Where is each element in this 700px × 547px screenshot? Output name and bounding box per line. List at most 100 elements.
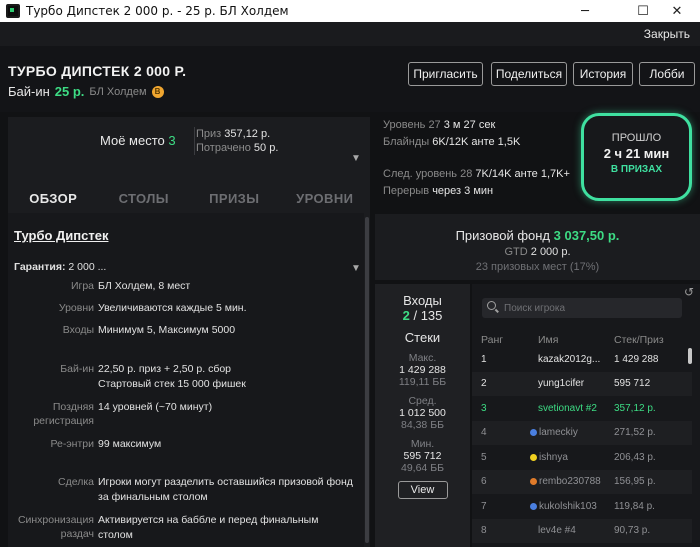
overview-scrollbar[interactable] (364, 213, 370, 547)
my-place-number: 3 (168, 133, 176, 148)
app-icon (6, 4, 20, 18)
overview-panel: Турбо Дипстек Гарантия: 2 000 ... ▼ Игра… (8, 213, 364, 547)
buyin-amount: 25 р. (54, 84, 85, 99)
rank-header[interactable]: Ранг (481, 334, 503, 346)
info-key: Поздняя (52, 401, 94, 413)
guarantee-value: 2 000 ... (68, 261, 107, 273)
player-stack: 156,95 р. (614, 476, 656, 487)
info-key: Сделка (58, 476, 94, 488)
info-value-2: Стартовый стек 15 000 фишек (98, 378, 246, 390)
player-name-cell: ishnya (530, 452, 568, 463)
level-label: Уровень (383, 119, 426, 131)
players-scroll-thumb[interactable] (688, 348, 692, 364)
player-name: yung1cifer (538, 378, 585, 389)
divider (194, 127, 195, 155)
player-row[interactable]: 4 lameckiy 271,52 р. (472, 421, 692, 445)
elapsed-label: ПРОШЛО (611, 132, 662, 144)
history-button[interactable]: История (573, 62, 633, 86)
min-bb: 49,64 ББ (401, 462, 444, 474)
player-rank: 4 (481, 427, 487, 438)
player-rank: 3 (481, 403, 487, 414)
level-number: 27 (428, 119, 441, 131)
entries-count: 2 / 135 (375, 308, 470, 323)
close-link[interactable]: Закрыть (644, 27, 690, 41)
info-value: 22,50 р. приз + 2,50 р. сбор (98, 363, 232, 375)
prize-pool-row: Призовой фонд 3 037,50 р. (375, 228, 700, 243)
gtd-label: GTD (504, 246, 528, 258)
gtd-row: GTD 2 000 р. (375, 246, 700, 258)
entries-total: / 135 (413, 308, 443, 323)
player-name: kukolshik103 (539, 501, 597, 512)
player-row[interactable]: 8 lev4e #4 90,73 р. (472, 519, 692, 543)
break-label: Перерыв (383, 185, 430, 197)
info-key: Уровни (58, 302, 94, 314)
share-button[interactable]: Поделиться (491, 62, 567, 86)
player-rank: 8 (481, 525, 487, 536)
guarantee-chevron-down-icon[interactable]: ▼ (351, 263, 361, 274)
buyin-row: Бай-ин 25 р. БЛ Холдем B (8, 84, 164, 99)
game-type: БЛ Холдем (89, 85, 147, 98)
info-value: Игроки могут разделить оставшийся призов… (98, 476, 353, 488)
info-value: Минимум 5, Максимум 5000 (98, 324, 236, 336)
guarantee-row: Гарантия: 2 000 ... (14, 261, 106, 273)
minimize-icon[interactable]: ─ (562, 0, 608, 22)
min-value: 595 712 (403, 450, 442, 462)
tab-tables[interactable]: СТОЛЫ (99, 183, 190, 213)
tab-prizes[interactable]: ПРИЗЫ (189, 183, 280, 213)
spent-value: 50 р. (253, 142, 279, 154)
chevron-down-icon[interactable]: ▼ (351, 153, 361, 164)
in-the-money-status: В ПРИЗАХ (610, 164, 663, 175)
player-stack: 119,84 р. (614, 501, 655, 512)
tournament-header: ТУРБО ДИПСТЕК 2 000 Р. Бай-ин 25 р. БЛ Х… (0, 46, 700, 112)
player-row-me[interactable]: 3 svetionavt #2 357,12 р. (472, 397, 692, 421)
my-prize-block: Приз 357,12 р. Потрачено 50 р. (196, 127, 278, 155)
player-row[interactable]: 5 ishnya 206,43 р. (472, 446, 692, 470)
left-panel: Моё место 3 Приз 357,12 р. Потрачено 50 … (8, 117, 370, 547)
avg-value: 1 012 500 (399, 407, 446, 419)
min-label: Мин. (410, 438, 435, 450)
overview-title: Турбо Дипстек (14, 228, 109, 243)
gtd-value: 2 000 р. (530, 246, 571, 258)
break-value: через 3 мин (432, 185, 494, 197)
my-place-box[interactable]: Моё место 3 Приз 357,12 р. Потрачено 50 … (8, 117, 370, 169)
player-row[interactable]: 1 kazak2012g... 1 429 288 (472, 348, 692, 372)
max-label: Макс. (408, 352, 437, 364)
avg-bb: 84,38 ББ (401, 419, 444, 431)
view-button[interactable]: View (397, 481, 448, 499)
tab-levels[interactable]: УРОВНИ (280, 183, 371, 213)
search-icon (487, 301, 496, 310)
refresh-icon[interactable]: ↺ (684, 285, 694, 299)
scroll-thumb[interactable] (365, 217, 369, 543)
info-value: БЛ Холдем, 8 мест (98, 280, 191, 292)
player-name-cell: lameckiy (530, 427, 578, 438)
player-rank: 6 (481, 476, 487, 487)
prize-value: 357,12 р. (224, 128, 271, 140)
blinds-value: 6K/12K анте 1,5K (432, 136, 521, 148)
buyin-label: Бай-ин (8, 84, 50, 99)
window-titlebar: Турбо Дипстек 2 000 р. - 25 р. БЛ Холдем… (0, 0, 700, 22)
player-row[interactable]: 7 kukolshik103 119,84 р. (472, 495, 692, 519)
invite-button[interactable]: Пригласить (408, 62, 483, 86)
status-dot-icon (530, 502, 537, 510)
lobby-button[interactable]: Лобби (639, 62, 695, 86)
player-row[interactable]: 6 rembo230788 156,95 р. (472, 470, 692, 494)
info-value: 99 максимум (98, 438, 162, 450)
tournament-title: ТУРБО ДИПСТЕК 2 000 Р. (8, 63, 187, 79)
tab-overview[interactable]: ОБЗОР (8, 183, 99, 213)
window-close-icon[interactable]: ✕ (654, 0, 700, 22)
player-name-cell: rembo230788 (530, 476, 601, 487)
player-name: lameckiy (539, 427, 578, 438)
stack-header[interactable]: Стек/Приз (614, 334, 664, 346)
player-name: rembo230788 (539, 476, 601, 487)
player-row[interactable]: 2 yung1cifer 595 712 (472, 372, 692, 396)
player-search[interactable] (482, 298, 682, 318)
info-key: Бай-ин (60, 363, 94, 375)
name-header[interactable]: Имя (538, 334, 558, 346)
next-level-number: 28 (460, 168, 473, 180)
status-dot-icon (530, 453, 537, 461)
next-level-label: След. уровень (383, 168, 458, 180)
search-input[interactable] (504, 301, 674, 315)
info-value: Увеличиваются каждые 5 мин. (98, 302, 247, 314)
player-rank: 7 (481, 501, 487, 512)
player-stack: 1 429 288 (614, 354, 659, 365)
